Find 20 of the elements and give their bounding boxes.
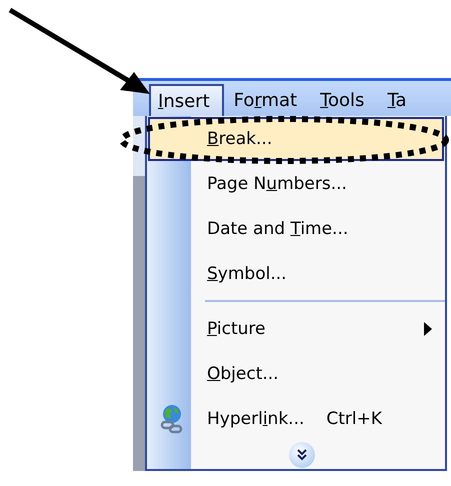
menu-item-label: Picture xyxy=(207,318,266,339)
menu-item-label: Hyperlink... xyxy=(207,408,304,428)
menu-item[interactable]: Symbol... xyxy=(148,252,444,296)
menu-item[interactable]: Hyperlink... Ctrl+K xyxy=(148,396,444,440)
menu-item-label: Page Numbers... xyxy=(207,174,347,194)
shortcut-label: Ctrl+K xyxy=(326,408,382,428)
chevron-icon xyxy=(296,448,308,461)
menu-item[interactable]: Object... xyxy=(148,352,444,396)
menu-bar-item[interactable]: Insert xyxy=(149,84,224,116)
menu-bar-item[interactable]: Tools xyxy=(312,84,378,116)
menu-item-label: Date and Time... xyxy=(207,218,348,239)
menu-item[interactable]: Picture xyxy=(148,306,444,351)
menu-item[interactable]: Page Numbers... xyxy=(148,162,444,206)
menu-bar-item[interactable]: Ta xyxy=(379,84,420,116)
menu-bar-item[interactable]: Format xyxy=(226,84,310,116)
menu-item-label: Object... xyxy=(207,364,279,384)
menu-item[interactable]: Date and Time... xyxy=(148,206,444,251)
menu-item-label: Symbol... xyxy=(207,264,287,284)
menu-item-label: Break... xyxy=(207,128,272,149)
expand-menu-button[interactable] xyxy=(289,442,315,468)
